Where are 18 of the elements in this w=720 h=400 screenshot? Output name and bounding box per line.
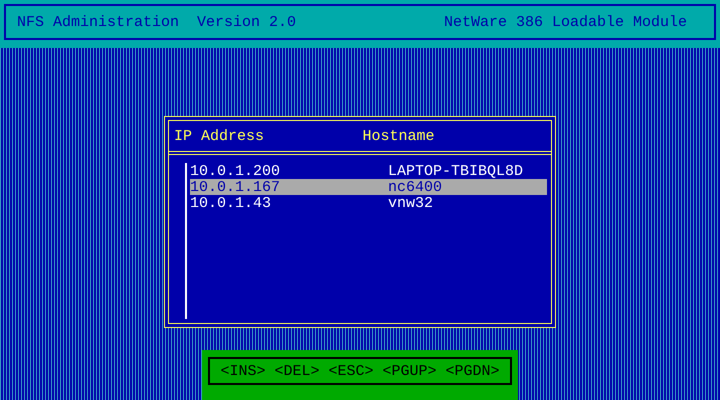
ip-address: 10.0.1.200 — [190, 162, 282, 180]
ip-address: 10.0.1.43 — [190, 194, 272, 212]
hostname: vnw32 — [388, 194, 434, 212]
hostname: nc6400 — [388, 178, 442, 196]
key-hint: <DEL> — [274, 362, 320, 380]
host-row[interactable]: 10.0.1.200 LAPTOP-TBIBQL8D — [190, 163, 547, 179]
app-title: NFS Administration Version 2.0 — [17, 14, 296, 30]
module-label: NetWare 386 Loadable Module — [444, 14, 687, 30]
key-hint: <PGDN> — [446, 362, 500, 380]
key-hint: <PGUP> — [382, 362, 437, 380]
hostname: LAPTOP-TBIBQL8D — [388, 162, 524, 180]
host-row[interactable]: 10.0.1.167 nc6400 — [190, 179, 547, 195]
ip-address: 10.0.1.167 — [190, 178, 282, 196]
host-row[interactable]: 10.0.1.43 vnw32 — [190, 195, 547, 211]
column-header: IP Address — [174, 128, 266, 144]
key-hint: <ESC> — [328, 362, 374, 380]
column-header: Hostname — [362, 128, 436, 144]
key-hint: <INS> — [220, 362, 266, 380]
